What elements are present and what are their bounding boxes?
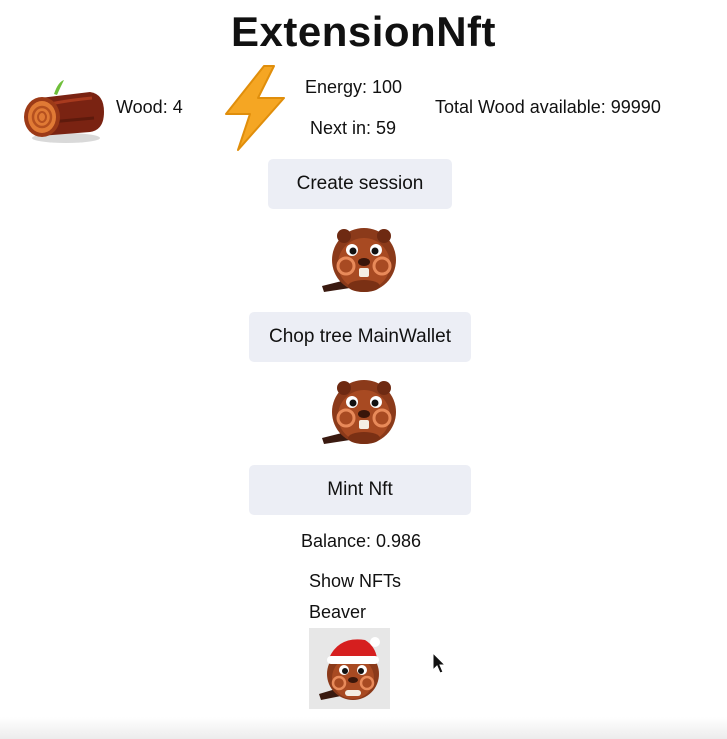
- mint-nft-button[interactable]: Mint Nft: [249, 465, 471, 515]
- wood-count: Wood: 4: [116, 97, 183, 117]
- beaver-icon: [322, 380, 396, 444]
- santa-beaver-icon: [319, 637, 380, 700]
- nft-item-name: Beaver: [309, 602, 367, 622]
- beaver-icon: [322, 228, 396, 292]
- wood-log-icon: [24, 80, 104, 143]
- lightning-bolt-icon: [225, 65, 285, 151]
- total-wood-available: Total Wood available: 99990: [435, 97, 661, 117]
- page-title: ExtensionNft: [230, 8, 496, 55]
- energy-value: Energy: 100: [305, 77, 403, 97]
- next-in-timer: Next in: 59: [310, 118, 397, 138]
- show-nfts-label[interactable]: Show NFTs: [309, 571, 401, 592]
- page-bottom-edge: [0, 717, 727, 739]
- create-session-button[interactable]: Create session: [268, 159, 452, 209]
- mouse-cursor-icon: [432, 652, 447, 674]
- chop-tree-button[interactable]: Chop tree MainWallet: [249, 312, 471, 362]
- wallet-balance: Balance: 0.986: [300, 531, 422, 551]
- app-page: ExtensionNft Wood: 4 Energy: 100 Next in…: [0, 0, 727, 739]
- nft-item-image[interactable]: [309, 628, 390, 709]
